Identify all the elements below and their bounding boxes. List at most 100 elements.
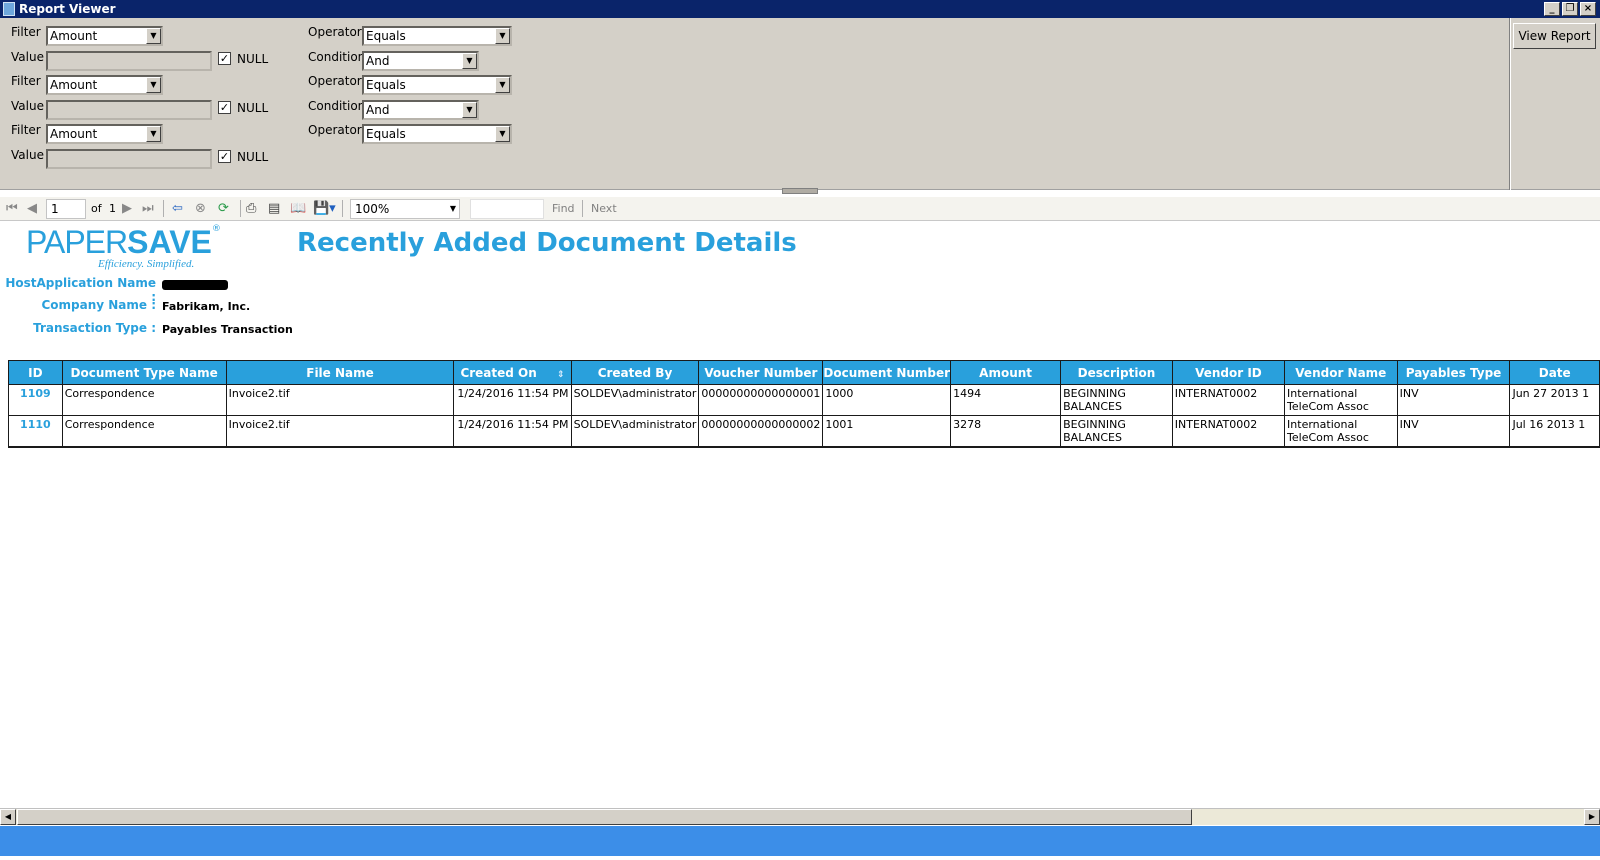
vendor-id-cell: INTERNAT0002 (1171, 384, 1286, 416)
logo-save-text: SAVE (127, 224, 212, 260)
created-on-cell: 1/24/2016 11:54 PM (453, 415, 572, 448)
scroll-right-icon[interactable]: ▶ (1584, 809, 1600, 825)
column-header-document-number: Document Number (822, 360, 952, 385)
operator-select-1-value: Equals (366, 29, 406, 43)
column-header-created-by: Created By (570, 360, 700, 385)
window-title: Report Viewer (19, 2, 116, 16)
panel-divider (1509, 18, 1511, 190)
company-label: Company Name : (41, 298, 156, 312)
null-checkbox-1[interactable]: ✓ (218, 52, 231, 65)
vendor-name-line: International (1287, 387, 1358, 400)
restore-icon[interactable]: ❐ (1562, 2, 1578, 16)
close-icon[interactable]: × (1580, 2, 1596, 16)
filter-label-2: Filter (11, 74, 41, 88)
operator-select-1[interactable]: Equals ▼ (362, 26, 512, 46)
toolbar-separator (163, 200, 164, 217)
description-line: BEGINNING (1063, 418, 1126, 431)
filter-label-1: Filter (11, 25, 41, 39)
scrollbar-thumb[interactable] (17, 809, 1192, 825)
condition-select-2-value: And (366, 103, 390, 117)
condition-select-1[interactable]: And ▼ (362, 51, 479, 71)
chevron-down-icon[interactable]: ▼ (495, 28, 510, 44)
column-header-voucher-number: Voucher Number (698, 360, 824, 385)
collapse-panel-handle[interactable] (782, 188, 818, 194)
print-layout-icon[interactable]: ▤ (268, 201, 280, 216)
first-page-icon[interactable]: ⏮ (6, 201, 18, 216)
last-page-icon[interactable]: ⏭ (142, 201, 154, 216)
toolbar-separator (342, 200, 343, 217)
logo-trademark: ® (211, 224, 221, 234)
chevron-down-icon[interactable]: ▼ (462, 53, 477, 69)
scroll-left-icon[interactable]: ◀ (0, 809, 16, 825)
horizontal-scrollbar[interactable]: ◀ ▶ (0, 808, 1600, 825)
find-input[interactable] (470, 199, 544, 219)
condition-select-1-value: And (366, 54, 390, 68)
filter-select-2[interactable]: Amount ▼ (46, 75, 163, 95)
created-by-cell: SOLDEV\administrator (570, 384, 700, 416)
null-checkbox-2[interactable]: ✓ (218, 101, 231, 114)
created-on-header-text: Created On (460, 365, 537, 380)
column-header-created-on[interactable]: Created On ⇕ (453, 360, 572, 385)
sort-icon[interactable]: ⇕ (557, 370, 565, 380)
logo-tagline: Efficiency. Simplified. (98, 258, 195, 270)
vendor-name-line: TeleCom Assoc (1287, 400, 1369, 413)
column-header-amount: Amount (950, 360, 1062, 385)
chevron-down-icon[interactable]: ▼ (450, 200, 456, 218)
value-input-3[interactable] (46, 149, 212, 169)
voucher-cell: 00000000000000002 (698, 415, 824, 448)
doc-number-cell: 1001 (822, 415, 952, 448)
file-name-cell: Invoice2.tif (225, 384, 455, 416)
view-report-button[interactable]: View Report (1513, 23, 1596, 49)
zoom-select[interactable]: 100% ▼ (350, 199, 460, 219)
chevron-down-icon[interactable]: ▼ (146, 28, 161, 44)
minimize-icon[interactable]: _ (1544, 2, 1560, 16)
refresh-icon[interactable]: ⟳ (218, 201, 229, 216)
filter-select-1-value: Amount (50, 29, 98, 43)
print-icon[interactable]: ⎙ (246, 201, 256, 216)
column-header-file-name: File Name (225, 360, 455, 385)
previous-page-icon[interactable]: ◀ (27, 201, 37, 216)
operator-select-2-value: Equals (366, 78, 406, 92)
stop-icon[interactable]: ⊗ (195, 201, 206, 216)
date-cell: Jul 16 2013 1 (1509, 415, 1600, 448)
window-controls: _ ❐ × (1544, 2, 1596, 16)
chevron-down-icon[interactable]: ▼ (495, 77, 510, 93)
filter-select-1[interactable]: Amount ▼ (46, 26, 163, 46)
back-icon[interactable]: ⇦ (172, 201, 183, 216)
toolbar-separator (582, 200, 583, 217)
find-button[interactable]: Find (552, 202, 575, 215)
chevron-down-icon[interactable]: ▼ (462, 102, 477, 118)
column-header-payables-type: Payables Type (1396, 360, 1511, 385)
description-line: BALANCES (1063, 400, 1122, 413)
condition-select-2[interactable]: And ▼ (362, 100, 479, 120)
doc-type-cell: Correspondence (61, 384, 227, 416)
column-header-description: Description (1060, 360, 1173, 385)
document-id-link[interactable]: 1109 (8, 384, 63, 416)
operator-select-2[interactable]: Equals ▼ (362, 75, 512, 95)
transaction-type-label: Transaction Type : (33, 321, 156, 335)
column-header-document-type-name: Document Type Name (61, 360, 227, 385)
chevron-down-icon[interactable]: ▼ (495, 126, 510, 142)
value-label-1: Value (11, 50, 44, 64)
null-checkbox-3[interactable]: ✓ (218, 150, 231, 163)
next-button[interactable]: Next (591, 202, 617, 215)
chevron-down-icon[interactable]: ▼ (146, 77, 161, 93)
export-icon[interactable]: 💾▾ (313, 201, 336, 216)
filter-select-3[interactable]: Amount ▼ (46, 124, 163, 144)
created-on-cell: 1/24/2016 11:54 PM (453, 384, 572, 416)
doc-type-cell: Correspondence (61, 415, 227, 448)
filter-select-3-value: Amount (50, 127, 98, 141)
page-setup-icon[interactable]: 📖 (290, 201, 306, 216)
chevron-down-icon[interactable]: ▼ (146, 126, 161, 142)
current-page-input[interactable]: 1 (46, 199, 86, 219)
next-page-icon[interactable]: ▶ (122, 201, 132, 216)
zoom-value: 100% (355, 202, 390, 216)
value-input-2[interactable] (46, 100, 212, 120)
payables-type-cell: INV (1396, 384, 1511, 416)
value-input-1[interactable] (46, 51, 212, 71)
null-label-3: NULL (237, 150, 269, 164)
operator-select-3[interactable]: Equals ▼ (362, 124, 512, 144)
document-id-link[interactable]: 1110 (8, 415, 63, 448)
total-pages: 1 (109, 202, 116, 215)
amount-cell: 3278 (950, 415, 1062, 448)
